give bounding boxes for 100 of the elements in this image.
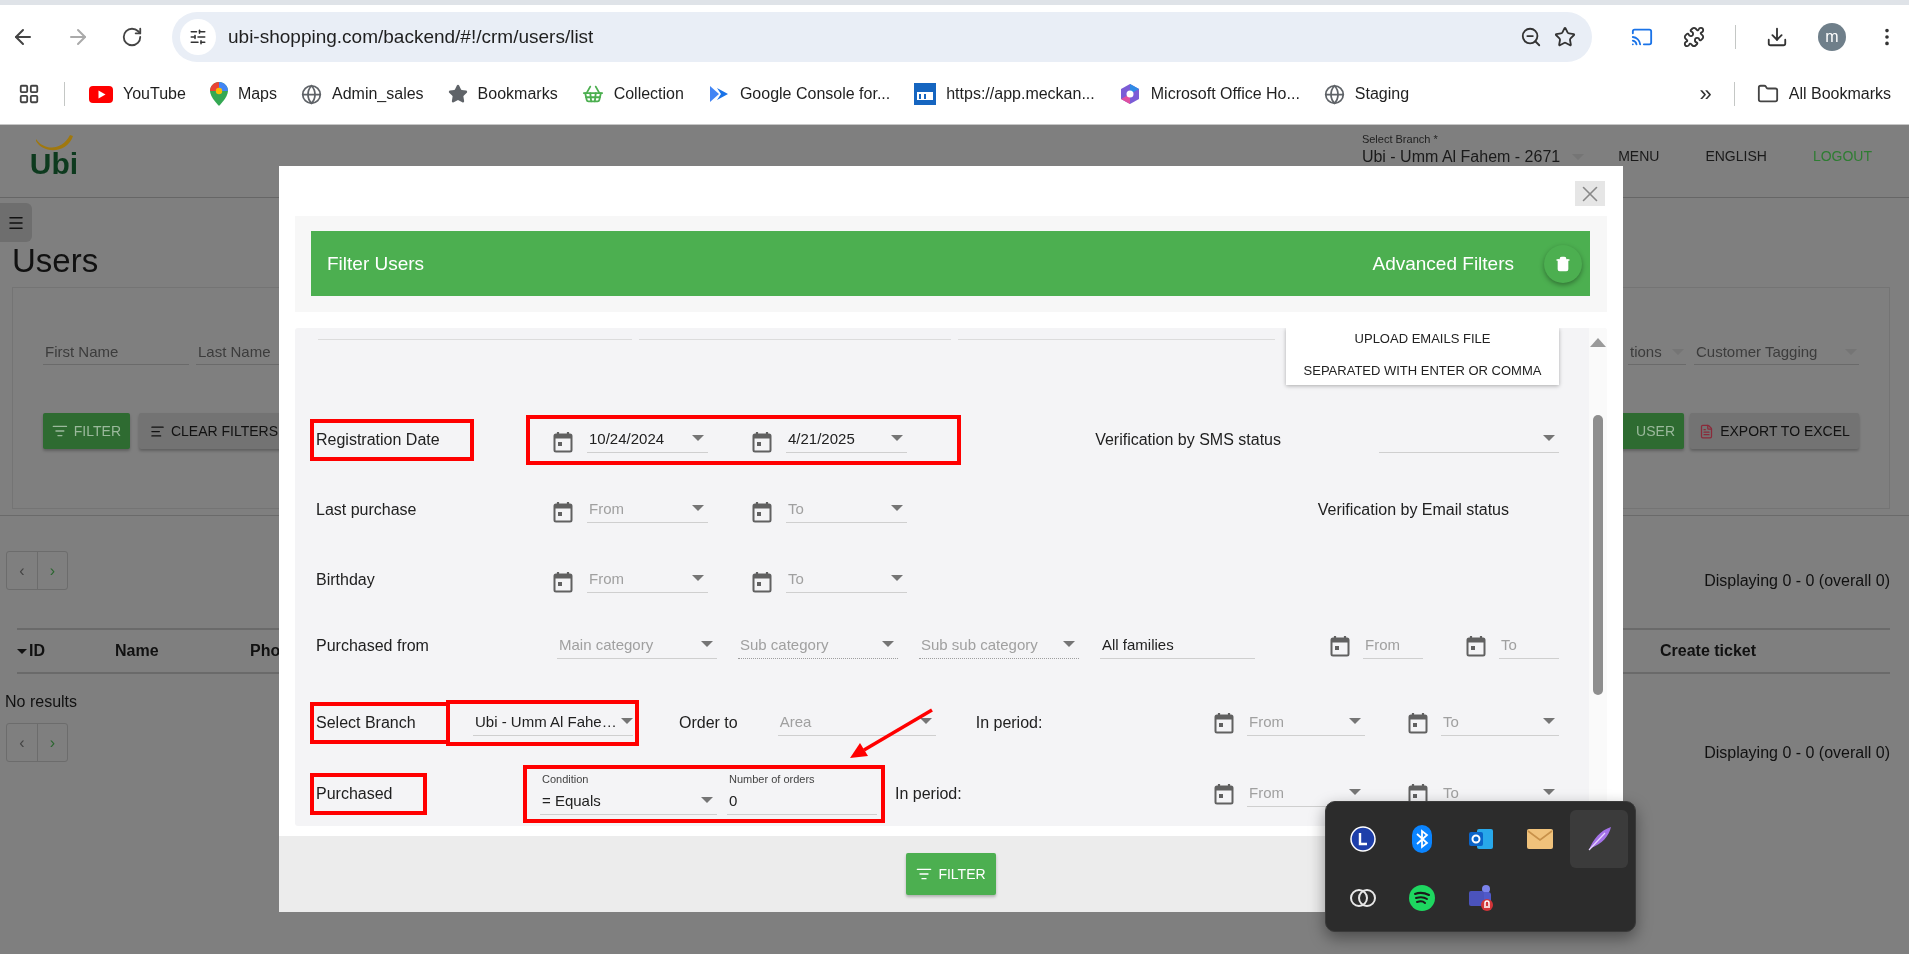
- branch-select[interactable]: Ubi - Umm Al Fahem - 2671: [1361, 148, 1585, 166]
- row-label: Registration Date: [310, 419, 474, 461]
- caret-icon: [692, 575, 704, 581]
- caret-icon: [1543, 435, 1555, 441]
- column-header[interactable]: Name: [115, 642, 250, 660]
- lines-icon: [149, 423, 165, 439]
- filter-button[interactable]: FILTER: [43, 413, 130, 449]
- caret-icon: [1063, 641, 1075, 647]
- bookmark[interactable]: https://app.meckan...: [914, 83, 1095, 105]
- input-field[interactable]: From: [1363, 633, 1423, 659]
- dropdown-field[interactable]: To: [1441, 710, 1559, 736]
- profile-avatar[interactable]: m: [1818, 23, 1846, 51]
- dropdown-field[interactable]: Area: [777, 710, 936, 736]
- dropdown-field[interactable]: 4/21/2025: [786, 427, 907, 453]
- cast-icon[interactable]: [1631, 26, 1653, 48]
- more-bookmarks[interactable]: »: [1699, 81, 1712, 107]
- play-logo-icon: [89, 85, 113, 103]
- menu-button[interactable]: [0, 203, 32, 242]
- circle-app-icon: [1350, 826, 1376, 852]
- extensions-icon[interactable]: [1683, 26, 1705, 48]
- caret-icon: [701, 641, 713, 647]
- bookmark[interactable]: YouTube: [89, 85, 186, 103]
- field-label: Verification by Email status: [1317, 501, 1509, 519]
- calendar-icon[interactable]: [1214, 712, 1234, 734]
- apps-icon[interactable]: [18, 83, 40, 105]
- dropdown-field[interactable]: From: [587, 567, 708, 593]
- bookmark[interactable]: Collection: [581, 83, 684, 105]
- text-field[interactable]: First Name: [43, 343, 189, 365]
- download-icon[interactable]: [1766, 26, 1788, 48]
- input-field[interactable]: To: [1499, 633, 1559, 659]
- dropdown-field[interactable]: From: [587, 497, 708, 523]
- results-summary: Displaying 0 - 0 (overall 0): [1704, 572, 1890, 590]
- reload-icon[interactable]: [121, 26, 143, 48]
- bookmark[interactable]: Admin_sales: [301, 83, 424, 105]
- dropdown-field[interactable]: Condition = Equals: [540, 773, 717, 815]
- office-logo-icon: [1118, 83, 1141, 105]
- calendar-icon[interactable]: [752, 501, 772, 523]
- dropdown-field[interactable]: 10/24/2024: [587, 427, 708, 453]
- delete-button[interactable]: [1544, 244, 1582, 283]
- previous-page-button[interactable]: ‹: [7, 724, 37, 761]
- dropdown-field[interactable]: Customer Tagging: [1694, 343, 1859, 365]
- app-tile-icon: [914, 83, 937, 105]
- calendar-icon[interactable]: [1408, 712, 1428, 734]
- input-field[interactable]: Number of orders 0: [727, 773, 877, 815]
- folder-icon: [1756, 83, 1779, 105]
- calendar-icon[interactable]: [1214, 783, 1234, 805]
- field-label: Order to: [679, 714, 738, 732]
- dropdown-field[interactable]: From: [1247, 710, 1365, 736]
- caret-icon: [919, 718, 932, 724]
- empty-message: No results: [5, 693, 79, 711]
- dropdown-field[interactable]: tions: [1628, 343, 1686, 365]
- address-bar[interactable]: ubi-shopping.com/backend/#!/crm/users/list: [172, 12, 1592, 62]
- advanced-filters-title: Advanced Filters: [1372, 252, 1514, 275]
- caret-icon: [1543, 718, 1555, 724]
- action-button[interactable]: EXPORT TO EXCEL: [1690, 413, 1859, 449]
- field-label: In period:: [975, 714, 1043, 732]
- calendar-icon[interactable]: [553, 501, 573, 523]
- dropdown-field[interactable]: To: [786, 567, 907, 593]
- branch-label: Select Branch *: [1361, 133, 1439, 145]
- bluetooth-icon: [1412, 825, 1432, 853]
- results-summary: Displaying 0 - 0 (overall 0): [1704, 744, 1890, 762]
- calendar-icon[interactable]: [1466, 635, 1486, 657]
- bookmark[interactable]: Microsoft Office Ho...: [1118, 83, 1300, 105]
- close-button[interactable]: [1575, 181, 1605, 206]
- team-chat-icon: [1467, 884, 1495, 912]
- row-label: Last purchase: [315, 500, 418, 520]
- dropdown-field[interactable]: Ubi - Umm Al Fahe…: [473, 710, 633, 736]
- caret-icon: [1349, 718, 1361, 724]
- bookmark[interactable]: Staging: [1323, 83, 1410, 105]
- calendar-icon[interactable]: [1330, 635, 1350, 657]
- star-icon[interactable]: [1554, 26, 1576, 48]
- caret-icon: [882, 641, 894, 647]
- bookmark[interactable]: Maps: [209, 82, 277, 106]
- field-label: In period:: [895, 785, 962, 803]
- dialog-title: Filter Users: [327, 252, 426, 275]
- row-label: Purchased: [310, 773, 427, 815]
- site-settings-icon[interactable]: [180, 19, 216, 55]
- dropdown-field[interactable]: To: [786, 497, 907, 523]
- calendar-icon[interactable]: [553, 431, 573, 453]
- mail-app-icon: [1468, 827, 1494, 851]
- dropdown-field[interactable]: Main category: [557, 633, 717, 659]
- caret-icon: [692, 505, 704, 511]
- cloud-rings-icon: [1349, 887, 1377, 909]
- nav-link[interactable]: MENU: [1618, 148, 1660, 166]
- nav-link[interactable]: ENGLISH: [1705, 148, 1767, 166]
- banana-icon: [34, 133, 74, 153]
- filter-button[interactable]: FILTER: [906, 853, 996, 895]
- upload-button[interactable]: UPLOAD EMAILS FILE SEPARATED WITH ENTER OR COMMA: [1286, 328, 1559, 385]
- all-bookmarks[interactable]: All Bookmarks: [1756, 83, 1891, 105]
- calendar-icon[interactable]: [553, 571, 573, 593]
- previous-page-button[interactable]: ‹: [7, 552, 37, 589]
- calendar-icon[interactable]: [752, 571, 772, 593]
- column-header[interactable]: Create ticket: [1660, 642, 1770, 660]
- calendar-icon[interactable]: [752, 431, 772, 453]
- input-field[interactable]: All families: [1100, 633, 1255, 659]
- zoom-icon[interactable]: [1520, 26, 1542, 48]
- column-header[interactable]: ID: [17, 642, 115, 660]
- bookmark[interactable]: Bookmarks: [447, 84, 558, 104]
- field-label: Verification by SMS status: [1095, 431, 1281, 449]
- bookmark[interactable]: Google Console for...: [707, 84, 891, 104]
